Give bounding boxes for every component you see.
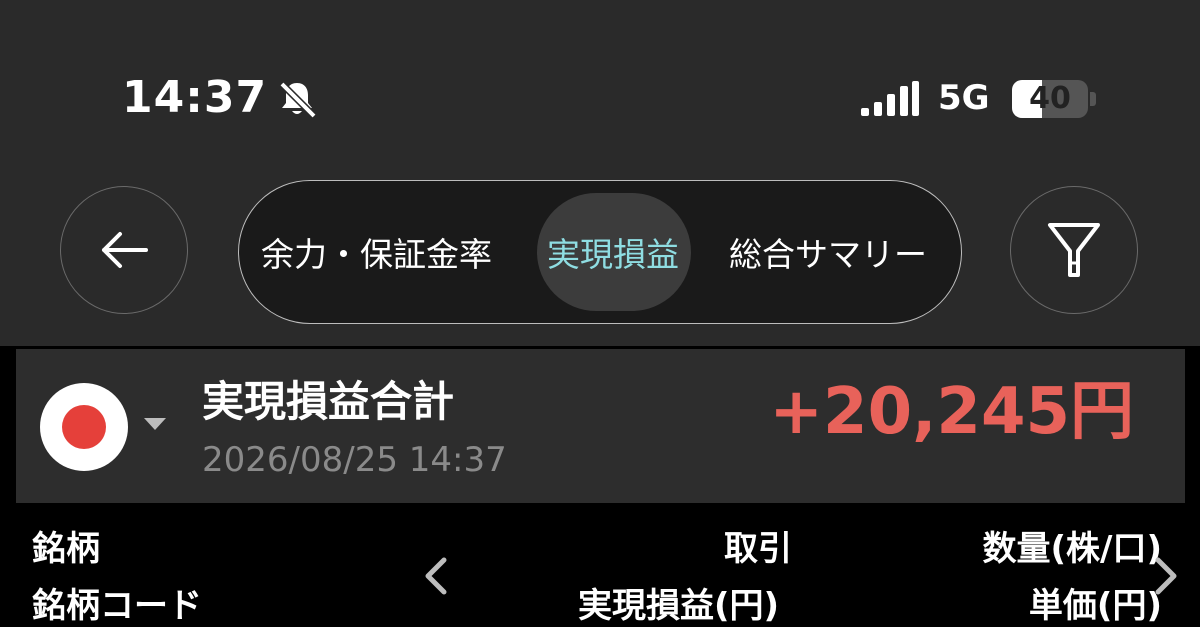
chevron-left-icon[interactable]	[422, 556, 450, 596]
column-header-stock: 銘柄	[32, 529, 100, 569]
chevron-right-icon[interactable]	[1152, 556, 1180, 596]
bell-slash-icon	[279, 81, 317, 119]
battery-level: 40	[1029, 81, 1071, 116]
chevron-down-icon[interactable]	[144, 418, 166, 430]
column-header-code: 銘柄コード	[32, 586, 202, 626]
column-header-unit-price: 単価(円)	[1028, 586, 1162, 626]
filter-icon	[1048, 223, 1100, 277]
tab-realized-pl[interactable]: 実現損益	[547, 181, 679, 323]
column-header-quantity: 数量(株/口)	[982, 529, 1163, 569]
segment-tabs: 余力・保証金率 実現損益 総合サマリー	[238, 180, 962, 324]
column-header-trade: 取引	[724, 529, 792, 569]
column-header-realized-pl: 実現損益(円)	[578, 586, 780, 626]
back-button[interactable]	[60, 186, 188, 314]
signal-icon	[861, 81, 919, 116]
tab-total-summary[interactable]: 総合サマリー	[729, 181, 927, 323]
back-arrow-icon	[102, 232, 148, 268]
summary-amount: +20,245円	[769, 375, 1134, 449]
flag-sun	[62, 405, 106, 449]
battery-indicator: 40	[1012, 80, 1088, 118]
japan-flag-icon[interactable]	[40, 383, 128, 471]
status-time: 14:37	[122, 72, 268, 123]
summary-timestamp: 2026/08/25 14:37	[202, 440, 507, 480]
summary-title: 実現損益合計	[202, 377, 455, 426]
battery-nub	[1090, 92, 1096, 106]
tab-margin-ratio[interactable]: 余力・保証金率	[261, 181, 492, 323]
filter-button[interactable]	[1010, 186, 1138, 314]
network-type: 5G	[938, 78, 990, 118]
